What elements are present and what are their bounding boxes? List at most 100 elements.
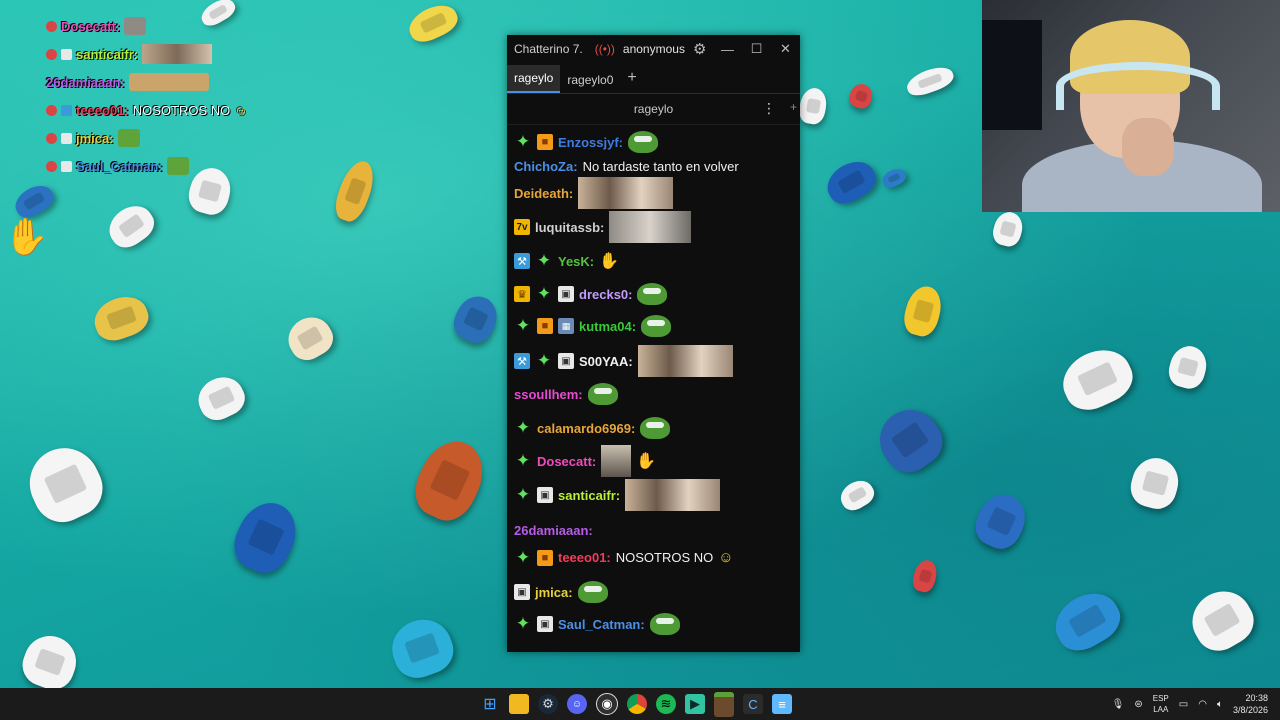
boat (868, 398, 952, 482)
chatterino-icon[interactable]: C (743, 694, 763, 714)
language-indicator[interactable]: ESP LAA (1153, 693, 1169, 715)
chatterino-window[interactable]: Chatterino 7. ((•)) anonymous ⚙ — ☐ ✕ ra… (507, 35, 800, 652)
volume-icon[interactable]: 🔈︎ (1217, 699, 1223, 710)
chat-message[interactable]: 7v luquitassb: (514, 211, 692, 243)
split-menu-icon[interactable]: ⋮ (762, 100, 776, 117)
username[interactable]: teeeo01: (558, 550, 611, 565)
split-channel-name[interactable]: rageylo (507, 102, 800, 116)
clock-date: 3/8/2026 (1232, 705, 1268, 715)
overlay-chat-row: 26damiaaan: (46, 68, 306, 96)
overlay-username: 26damiaaan: (46, 74, 125, 90)
add-split-icon[interactable]: + (790, 100, 797, 114)
boat (846, 80, 876, 112)
username[interactable]: S00YAA: (579, 354, 633, 369)
live-indicator-icon[interactable]: ((•)) (595, 42, 615, 56)
pepe-emote-icon (587, 383, 618, 405)
chat-message[interactable]: ⚒ ✦ YesK: ✋ (514, 251, 619, 271)
username[interactable]: luquitassb: (535, 220, 604, 235)
username[interactable]: Dosecatt: (537, 454, 596, 469)
account-switcher[interactable]: anonymous (623, 42, 685, 56)
boat (1126, 452, 1184, 514)
username[interactable]: calamardo6969: (537, 421, 635, 436)
username[interactable]: ChichoZa: (514, 159, 578, 174)
maximize-button[interactable]: ☐ (742, 41, 771, 57)
sparkle-badge-icon: ✦ (515, 485, 531, 504)
username[interactable]: drecks0: (579, 287, 632, 302)
discord-icon[interactable]: ☺ (567, 694, 587, 714)
start-icon[interactable]: ⊞ (480, 694, 500, 714)
steam-icon[interactable]: ⚙ (538, 694, 558, 714)
chrome-icon[interactable] (627, 694, 647, 714)
username[interactable]: Enzossjyf: (558, 135, 623, 150)
boat (1053, 339, 1141, 419)
tab-rageylo0[interactable]: rageylo0 (560, 73, 620, 93)
message-text: No tardaste tanto en volver (582, 159, 739, 174)
chat-message[interactable]: ▣ jmica: (514, 581, 608, 603)
white-badge-icon: ▣ (514, 584, 530, 600)
clock-time: 20:38 (1245, 693, 1268, 703)
pepe-emote-icon (117, 129, 140, 147)
chat-message[interactable]: 26damiaaan: (514, 523, 593, 538)
boat (16, 628, 84, 696)
obs-icon[interactable]: ◉ (596, 693, 618, 715)
username[interactable]: santicaifr: (558, 488, 620, 503)
file-explorer-icon[interactable] (509, 694, 529, 714)
overlay-chat-row: teeeo01: NOSOTROS NO ☺ (46, 96, 306, 124)
username[interactable]: 26damiaaan: (514, 523, 593, 538)
sparkle-badge-icon: ✦ (515, 132, 531, 151)
system-tray: 🎙︎ ⊜ ESP LAA ▭ ◠ 🔈︎ 20:38 3/8/2026 (1112, 688, 1268, 720)
chat-message[interactable]: ✦ ■ Enzossjyf: (514, 131, 659, 153)
sweating-face-emote-icon: ☺ (718, 549, 734, 566)
add-tab-button[interactable]: + (620, 69, 643, 93)
microphone-icon[interactable]: 🎙︎ (1112, 699, 1125, 710)
minimize-button[interactable]: — (713, 42, 742, 57)
username[interactable]: jmica: (535, 585, 573, 600)
badge-icon (61, 48, 72, 60)
overlay-chat-row: santicaifr: (46, 40, 306, 68)
badge-icon (46, 160, 57, 172)
display-icon[interactable]: ▭ (1179, 699, 1188, 710)
close-button[interactable]: ✕ (771, 41, 800, 57)
chat-message[interactable]: Deideath: (514, 177, 674, 209)
waving-hands-emote-icon: ✋ (4, 216, 49, 257)
tab-rageylo[interactable]: rageylo (507, 65, 561, 93)
window-titlebar[interactable]: Chatterino 7. ((•)) anonymous ⚙ — ☐ ✕ (507, 35, 800, 63)
message-text: NOSOTROS NO (615, 550, 714, 565)
cat-emote-icon (609, 211, 692, 243)
split-header: rageylo ⋮ + (507, 94, 800, 125)
boat (404, 0, 462, 48)
spotify-icon[interactable]: ≋ (656, 694, 676, 714)
boat (18, 436, 112, 532)
chat-message[interactable]: ♛ ✦ ▣ drecks0: (514, 283, 668, 305)
boat (405, 431, 495, 529)
username[interactable]: ssoullhem: (514, 387, 583, 402)
chat-message[interactable]: ✦ Dosecatt: ✋ (514, 445, 656, 477)
boat (384, 611, 460, 685)
boat (910, 557, 940, 595)
chat-message[interactable]: ssoullhem: (514, 383, 618, 405)
chat-message[interactable]: ✦ ■ teeeo01: NOSOTROS NO ☺ (514, 548, 734, 567)
username[interactable]: Saul_Catman: (558, 617, 645, 632)
username[interactable]: Deideath: (514, 186, 573, 201)
chat-message[interactable]: ✦ ▣ Saul_Catman: (514, 613, 680, 635)
chat-message[interactable]: ChichoZa: No tardaste tanto en volver (514, 159, 739, 174)
username[interactable]: kutma04: (579, 319, 636, 334)
network-icon[interactable]: ⊜ (1134, 699, 1142, 710)
clock[interactable]: 20:38 3/8/2026 (1233, 692, 1268, 716)
streamlabs-icon[interactable]: ▶ (685, 694, 705, 714)
badge-icon (46, 20, 57, 32)
username[interactable]: YesK: (558, 254, 594, 269)
boat (879, 165, 909, 191)
chat-message[interactable]: ✦ calamardo6969: (514, 417, 671, 439)
subscriber-badge-icon: ■ (537, 134, 553, 150)
chat-messages[interactable]: ✦ ■ Enzossjyf: ChichoZa: No tardaste tan… (507, 125, 800, 652)
chat-message[interactable]: ⚒ ✦ ▣ S00YAA: (514, 345, 733, 377)
wifi-icon[interactable]: ◠ (1198, 699, 1207, 710)
sparkle-badge-icon: ✦ (515, 316, 531, 335)
chat-message[interactable]: ✦ ▣ santicaifr: (514, 479, 721, 511)
chat-message[interactable]: ✦ ■ ▦ kutma04: (514, 315, 672, 337)
notepad-icon[interactable]: ≡ (772, 694, 792, 714)
minecraft-icon[interactable] (714, 691, 734, 717)
boat (101, 198, 161, 254)
settings-gear-icon[interactable]: ⚙ (693, 40, 706, 58)
